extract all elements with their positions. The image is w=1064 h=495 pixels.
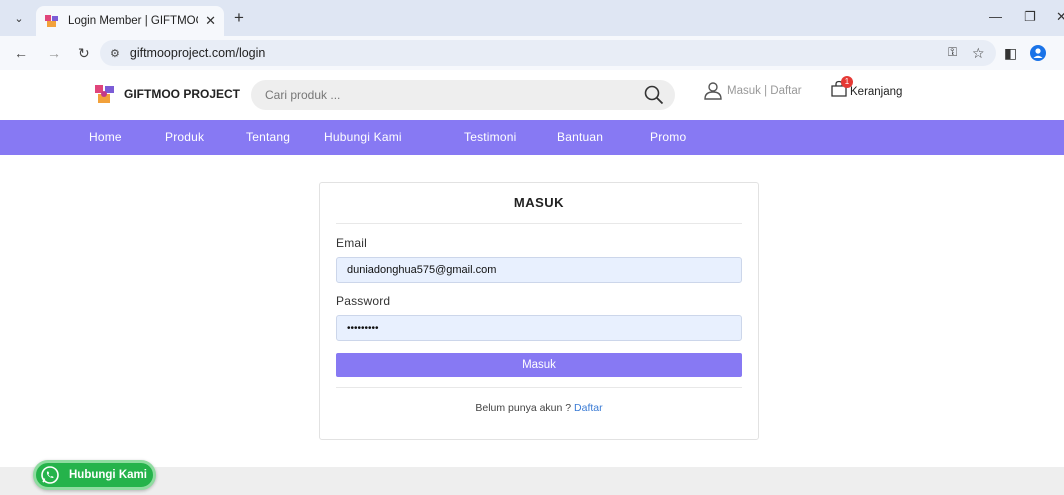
search-input[interactable] (265, 88, 625, 102)
close-window-icon[interactable]: ✕ (1056, 9, 1064, 25)
nav-item-produk[interactable]: Produk (165, 130, 204, 144)
login-submit-button[interactable]: Masuk (336, 353, 742, 377)
login-card: MASUK Email Password Masuk Belum punya a… (319, 182, 759, 440)
password-label: Password (336, 294, 391, 308)
site-info-icon[interactable]: ⚙ (110, 47, 120, 60)
side-panel-icon[interactable]: ◧ (1004, 45, 1017, 62)
whatsapp-icon (41, 466, 59, 484)
register-link[interactable]: Daftar (770, 85, 801, 97)
password-field[interactable] (336, 315, 742, 341)
cart-link[interactable]: 1 Keranjang (830, 76, 903, 98)
minimize-icon[interactable]: — (989, 9, 1002, 24)
no-account-text: Belum punya akun ? (475, 402, 575, 414)
cart-count-badge: 1 (841, 76, 853, 88)
new-tab-button[interactable]: + (234, 9, 244, 26)
reload-icon[interactable]: ↻ (78, 45, 90, 62)
page-footer (0, 467, 1064, 495)
browser-tab-bar: ⌄ Login Member | GIFTMOO PRO ✕ + — ❐ ✕ (0, 0, 1064, 36)
user-icon (704, 82, 722, 100)
tab-search-chevron-icon[interactable]: ⌄ (10, 9, 28, 27)
site-header: GIFTMOO PROJECT Masuk | Daftar 1 Keranja… (0, 70, 1064, 120)
search-icon[interactable] (643, 84, 665, 106)
account-separator: | (760, 85, 771, 97)
restore-icon[interactable]: ❐ (1024, 9, 1036, 25)
nav-item-bantuan[interactable]: Bantuan (557, 130, 603, 144)
back-arrow-icon[interactable]: ← (14, 45, 28, 61)
forward-arrow-icon[interactable]: → (47, 45, 61, 61)
footer-divider (336, 387, 742, 388)
browser-address-bar: ← → ↻ ⚙ giftmooproject.com/login ⚿ ☆ ◧ (0, 36, 1064, 70)
shopping-bag-icon: 1 (830, 76, 853, 98)
cart-label: Keranjang (850, 86, 903, 98)
tab-title: Login Member | GIFTMOO PRO (68, 15, 198, 27)
whatsapp-label: Hubungi Kami (69, 469, 147, 481)
account-links: Masuk | Daftar (703, 82, 802, 100)
url-omnibox[interactable]: ⚙ giftmooproject.com/login (100, 40, 996, 66)
logo-mark-icon (95, 85, 114, 103)
whatsapp-contact-button[interactable]: Hubungi Kami (33, 460, 156, 490)
tab-close-icon[interactable]: ✕ (205, 13, 216, 29)
site-favicon-icon (44, 14, 60, 28)
nav-item-hubungi-kami[interactable]: Hubungi Kami (324, 130, 402, 144)
bookmark-star-icon[interactable]: ☆ (972, 45, 985, 62)
nav-item-testimoni[interactable]: Testimoni (464, 130, 516, 144)
title-divider (336, 223, 742, 224)
site-logo[interactable]: GIFTMOO PROJECT (94, 83, 240, 105)
main-nav: Home Produk Tentang Hubungi Kami Testimo… (0, 120, 1064, 155)
email-field[interactable] (336, 257, 742, 283)
register-prompt: Belum punya akun ? Daftar (320, 402, 758, 414)
password-key-icon[interactable]: ⚿ (948, 45, 957, 60)
register-link-card[interactable]: Daftar (574, 402, 603, 414)
browser-tab-active[interactable]: Login Member | GIFTMOO PRO ✕ (36, 6, 224, 36)
nav-item-promo[interactable]: Promo (650, 130, 686, 144)
search-bar (251, 80, 675, 110)
url-text: giftmooproject.com/login (129, 46, 266, 60)
nav-item-tentang[interactable]: Tentang (246, 130, 290, 144)
login-title: MASUK (513, 195, 565, 210)
nav-item-home[interactable]: Home (89, 130, 122, 144)
email-label: Email (336, 236, 368, 250)
login-link[interactable]: Masuk (727, 85, 761, 97)
profile-avatar-icon[interactable] (1030, 45, 1046, 64)
brand-name: GIFTMOO PROJECT (124, 87, 241, 101)
